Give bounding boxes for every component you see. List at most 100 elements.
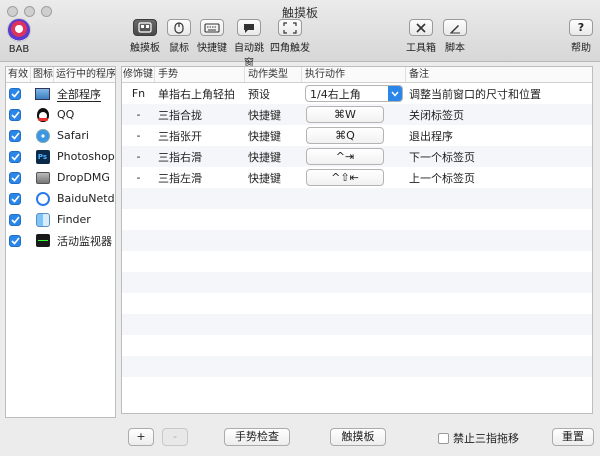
chevron-down-icon — [388, 86, 402, 101]
action-select[interactable]: 1/4右上角 — [305, 85, 403, 102]
bab-logo-icon[interactable] — [7, 18, 31, 42]
keyboard-icon — [200, 19, 224, 36]
shortcut-key-button[interactable]: ⌘W — [306, 106, 384, 123]
finder-icon — [35, 212, 50, 227]
table-row — [122, 209, 592, 230]
shortcut-key-button[interactable]: ^⇥ — [306, 148, 384, 165]
toolbar-shortcut[interactable]: 快捷键 — [196, 19, 228, 54]
app-name-label: BAB — [8, 44, 30, 55]
action-type-cell: 快捷键 — [248, 129, 281, 143]
program-name: Photoshop — [57, 150, 115, 163]
header-note[interactable]: 备注 — [406, 67, 592, 82]
toolbar-label: 触摸板 — [130, 43, 160, 54]
table-row — [122, 230, 592, 251]
note-cell: 退出程序 — [409, 129, 453, 143]
header-action-type[interactable]: 动作类型 — [245, 67, 302, 82]
shortcut-key-button[interactable]: ⌘Q — [306, 127, 384, 144]
note-cell: 关闭标签页 — [409, 108, 464, 122]
program-name: 全部程序 — [57, 87, 101, 102]
program-row[interactable]: DropDMG — [6, 167, 115, 188]
toolbar-corner-trigger[interactable]: 四角触发 — [270, 19, 310, 54]
title-bar: 触摸板 BAB 触摸板 鼠标 快捷键 自动跳窗 四角触发 工具箱 脚本 ? 帮助 — [0, 0, 600, 69]
enabled-checkbox[interactable] — [9, 108, 21, 121]
gesture-cell: 三指张开 — [158, 129, 202, 143]
program-row[interactable]: Safari — [6, 125, 115, 146]
action-cell: 1/4右上角 — [302, 85, 406, 102]
dropdmg-icon — [35, 171, 50, 185]
gesture-cell: 单指右上角轻拍 — [158, 87, 235, 101]
header-gesture[interactable]: 手势 — [155, 67, 245, 82]
remove-button[interactable]: - — [162, 428, 188, 446]
header-action[interactable]: 执行动作 — [302, 67, 406, 82]
action-type-cell: 快捷键 — [248, 150, 281, 164]
disable-three-finger-drag[interactable]: 禁止三指拖移 — [438, 430, 519, 446]
toolbar-toolbox[interactable]: 工具箱 — [406, 19, 436, 54]
program-name: BaiduNetdisk — [57, 192, 115, 205]
program-row[interactable]: QQ — [6, 104, 115, 125]
enabled-checkbox[interactable] — [9, 171, 21, 184]
toolbar-help[interactable]: ? 帮助 — [566, 19, 596, 54]
toolbar-label: 四角触发 — [270, 43, 310, 54]
header-running-programs[interactable]: 运行中的程序 — [54, 67, 115, 82]
gesture-check-button[interactable]: 手势检查 — [224, 428, 290, 446]
toolbar-script[interactable]: 脚本 — [440, 19, 470, 54]
table-row[interactable]: - 三指张开 快捷键 ⌘Q 退出程序 — [122, 125, 592, 146]
toolbar-mouse[interactable]: 鼠标 — [164, 19, 194, 54]
action-cell: ⌘Q — [302, 127, 406, 144]
header-icon[interactable]: 图标 — [31, 67, 54, 82]
program-name: 活动监视器 — [57, 234, 112, 248]
program-name: QQ — [57, 108, 75, 121]
toolbar-label: 自动跳窗 — [234, 43, 264, 69]
toolbar-label: 帮助 — [571, 43, 591, 54]
header-enabled[interactable]: 有效 — [6, 67, 31, 82]
program-list: 有效 图标 运行中的程序 全部程序 QQ Safari Ps Photoshop Drop… — [5, 66, 116, 418]
program-name: Finder — [57, 213, 91, 226]
modifier-cell: - — [136, 129, 141, 142]
table-row — [122, 251, 592, 272]
table-row[interactable]: - 三指右滑 快捷键 ^⇥ 下一个标签页 — [122, 146, 592, 167]
action-type-cell: 快捷键 — [248, 108, 281, 122]
corners-icon — [278, 19, 302, 36]
modifier-cell: - — [136, 150, 141, 163]
program-list-header: 有效 图标 运行中的程序 — [6, 67, 115, 83]
program-row[interactable]: BaiduNetdisk — [6, 188, 115, 209]
gesture-cell: 三指右滑 — [158, 150, 202, 164]
toolbar-label: 鼠标 — [169, 43, 189, 54]
program-row[interactable]: 活动监视器 — [6, 230, 115, 251]
program-name: Safari — [57, 129, 89, 142]
note-cell: 上一个标签页 — [409, 171, 475, 185]
toolbar-label: 脚本 — [445, 43, 465, 54]
toolbar-trackpad[interactable]: 触摸板 — [128, 19, 162, 54]
table-row — [122, 188, 592, 209]
table-row — [122, 293, 592, 314]
enabled-checkbox[interactable] — [9, 213, 21, 226]
shortcut-key-button[interactable]: ^⇧⇤ — [306, 169, 384, 186]
table-row[interactable]: - 三指左滑 快捷键 ^⇧⇤ 上一个标签页 — [122, 167, 592, 188]
table-row[interactable]: - 三指合拢 快捷键 ⌘W 关闭标签页 — [122, 104, 592, 125]
gesture-cell: 三指合拢 — [158, 108, 202, 122]
trackpad-icon — [133, 19, 157, 36]
program-row[interactable]: Finder — [6, 209, 115, 230]
qq-icon — [35, 107, 50, 122]
enabled-checkbox[interactable] — [9, 87, 21, 100]
disable-drag-label: 禁止三指拖移 — [453, 432, 519, 445]
enabled-checkbox[interactable] — [9, 150, 21, 163]
note-cell: 调整当前窗口的尺寸和位置 — [409, 87, 541, 101]
reset-button[interactable]: 重置 — [552, 428, 594, 446]
program-row[interactable]: 全部程序 — [6, 83, 115, 104]
program-row[interactable]: Ps Photoshop — [6, 146, 115, 167]
trackpad-button[interactable]: 触摸板 — [330, 428, 386, 446]
table-row[interactable]: Fn 单指右上角轻拍 预设 1/4右上角 调整当前窗口的尺寸和位置 — [122, 83, 592, 104]
table-row — [122, 335, 592, 356]
add-button[interactable]: + — [128, 428, 154, 446]
header-modifier[interactable]: 修饰键 — [122, 67, 155, 82]
toolbar-auto-jump[interactable]: 自动跳窗 — [230, 19, 268, 69]
gesture-cell: 三指左滑 — [158, 171, 202, 185]
note-cell: 下一个标签页 — [409, 150, 475, 164]
enabled-checkbox[interactable] — [9, 234, 21, 247]
enabled-checkbox[interactable] — [9, 129, 21, 142]
baidunetdisk-icon — [35, 191, 50, 206]
enabled-checkbox[interactable] — [9, 192, 21, 205]
disable-drag-checkbox[interactable] — [438, 432, 449, 444]
modifier-cell: - — [136, 171, 141, 184]
